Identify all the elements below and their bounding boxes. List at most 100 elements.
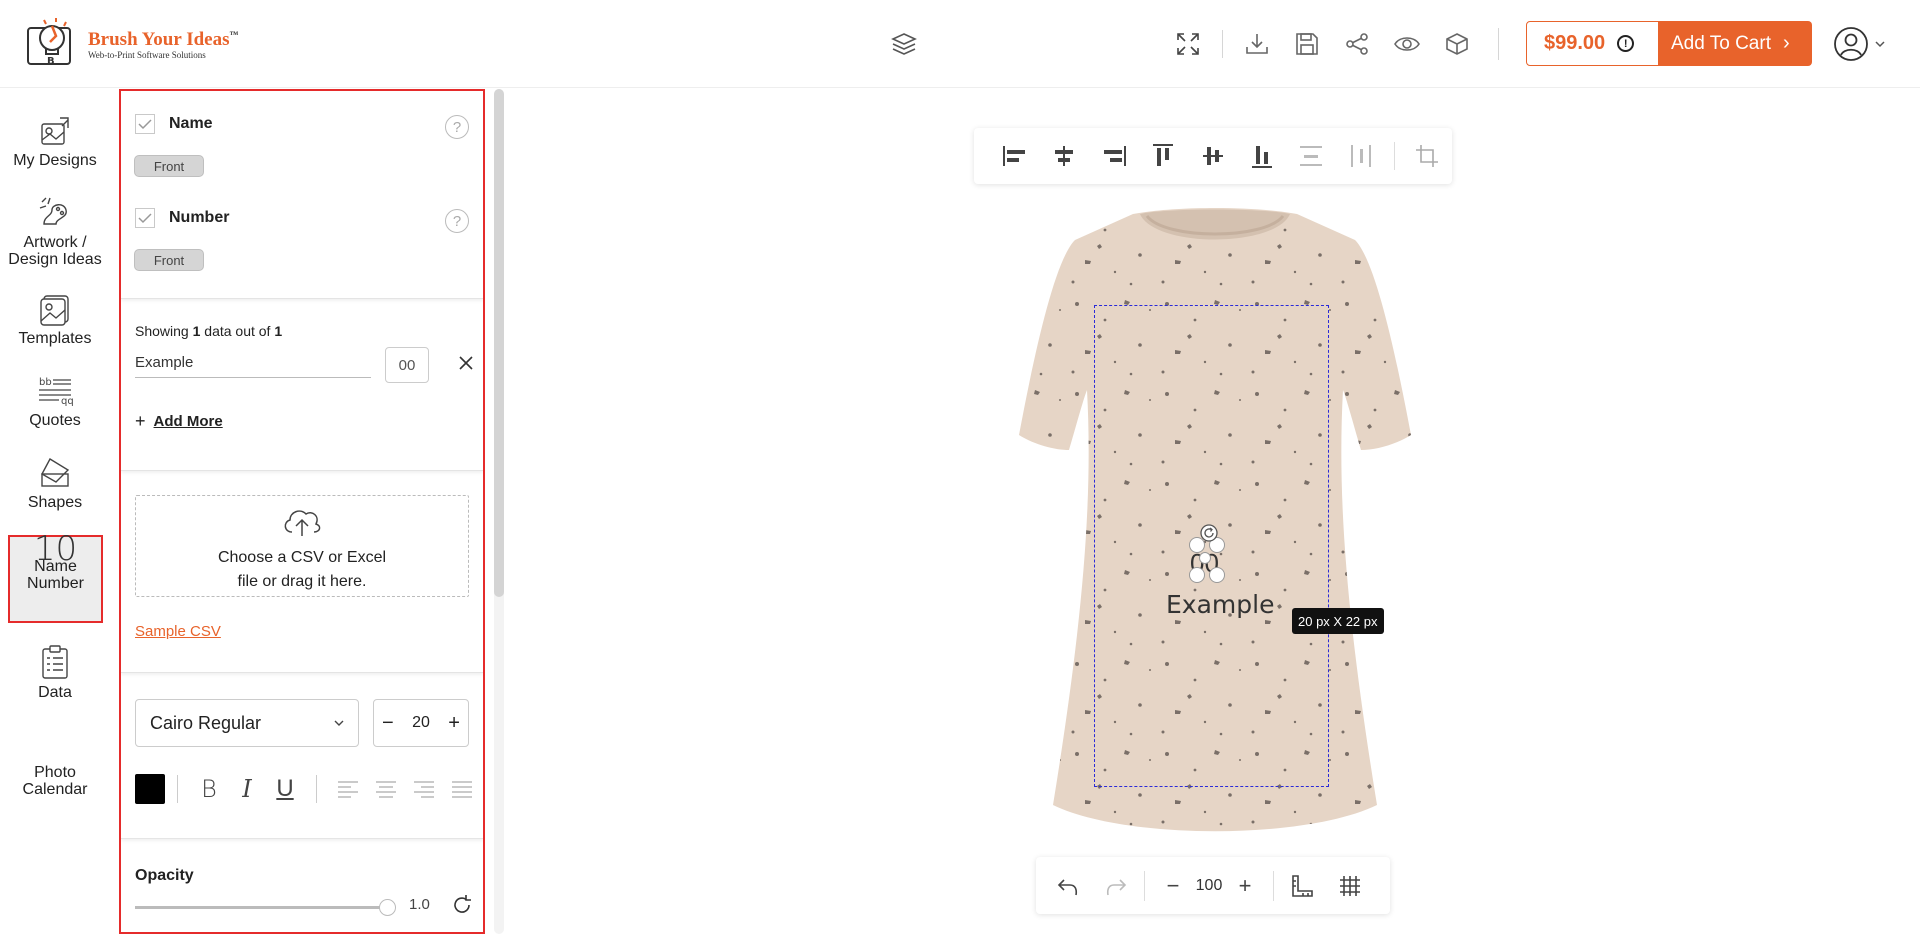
- plus-icon: +: [135, 411, 146, 431]
- number-value-input[interactable]: 00: [385, 347, 429, 383]
- data-rows-section: Showing 1 data out of 1 Example 00 + Add…: [121, 299, 483, 471]
- align-left-icon[interactable]: [329, 774, 367, 804]
- canvas-name-object[interactable]: Example: [1166, 590, 1274, 619]
- align-right-edge-icon[interactable]: [1089, 136, 1138, 176]
- zoom-in-button[interactable]: +: [1227, 868, 1263, 904]
- panel-scrollbar-thumb[interactable]: [494, 89, 504, 597]
- fields-section: Name ? Front Number ? Front: [121, 91, 483, 299]
- nav-photo-calendar[interactable]: Photo Calendar: [6, 764, 104, 798]
- move-handle[interactable]: [1199, 552, 1211, 564]
- align-top-edge-icon[interactable]: [1138, 136, 1187, 176]
- align-horizontal-center-icon[interactable]: [1039, 136, 1088, 176]
- bold-icon[interactable]: B: [190, 774, 228, 804]
- chevron-down-icon: [1875, 41, 1885, 48]
- number-help-icon[interactable]: ?: [445, 209, 469, 233]
- align-left-edge-icon[interactable]: [990, 136, 1039, 176]
- distribute-vertical-icon[interactable]: [1287, 136, 1336, 176]
- 3d-preview-icon[interactable]: [1441, 28, 1473, 60]
- opacity-slider-track[interactable]: [135, 906, 387, 909]
- toolbar-divider: [1273, 870, 1274, 901]
- name-checkbox[interactable]: [135, 114, 155, 134]
- user-menu[interactable]: [1833, 26, 1887, 62]
- align-right-icon[interactable]: [405, 774, 443, 804]
- fullscreen-icon[interactable]: [1172, 28, 1204, 60]
- name-toggle[interactable]: Name: [135, 114, 213, 134]
- share-icon[interactable]: [1341, 28, 1373, 60]
- checkmark-icon: [138, 119, 152, 130]
- name-help-icon[interactable]: ?: [445, 115, 469, 139]
- add-more-button[interactable]: + Add More: [135, 411, 223, 432]
- add-to-cart-button[interactable]: Add To Cart ›: [1658, 21, 1812, 66]
- sample-csv-link[interactable]: Sample CSV: [135, 623, 221, 640]
- font-select[interactable]: Cairo Regular: [135, 699, 359, 747]
- data-clipboard-icon: [6, 640, 104, 680]
- nav-quotes-label: Quotes: [29, 412, 81, 429]
- justify-icon[interactable]: [443, 774, 481, 804]
- nav-templates[interactable]: Templates: [6, 286, 104, 347]
- align-center-icon[interactable]: [367, 774, 405, 804]
- add-to-cart-label: Add To Cart: [1671, 32, 1771, 54]
- grid-icon[interactable]: [1332, 868, 1368, 904]
- nav-shapes-label: Shapes: [27, 494, 83, 511]
- chevron-down-icon: [334, 720, 344, 726]
- price-value: $99.00: [1544, 32, 1606, 54]
- price-info-icon[interactable]: !: [1617, 35, 1635, 52]
- decrease-size-button[interactable]: −: [382, 712, 394, 735]
- crop-icon[interactable]: [1403, 136, 1452, 176]
- align-bottom-edge-icon[interactable]: [1237, 136, 1286, 176]
- download-icon[interactable]: [1241, 28, 1273, 60]
- resize-handle[interactable]: [1189, 567, 1205, 583]
- number-toggle[interactable]: Number: [135, 208, 229, 228]
- number-label: Number: [169, 209, 230, 226]
- logo-subtitle: Web-to-Print Software Solutions: [88, 49, 206, 60]
- left-nav: My Designs Artwork / Design Ideas Templa…: [0, 88, 110, 942]
- distribute-horizontal-icon[interactable]: [1336, 136, 1385, 176]
- nav-artwork-label: Artwork / Design Ideas: [8, 234, 102, 268]
- chevron-right-icon: ›: [1782, 32, 1790, 54]
- nav-name-number-label: Name Number: [27, 558, 84, 592]
- upload-text-line2: file or drag it here.: [237, 573, 367, 590]
- number-checkbox[interactable]: [135, 208, 155, 228]
- format-toolbar: B I U: [135, 773, 481, 805]
- undo-icon[interactable]: [1050, 868, 1086, 904]
- name-number-icon: 10: [33, 529, 78, 569]
- align-vertical-center-icon[interactable]: [1188, 136, 1237, 176]
- redo-icon[interactable]: [1098, 868, 1134, 904]
- name-value-input[interactable]: Example: [135, 354, 371, 378]
- font-select-value: Cairo Regular: [150, 712, 262, 733]
- resize-handle[interactable]: [1209, 567, 1225, 583]
- nav-data[interactable]: Data: [6, 640, 104, 701]
- nav-my-designs-label: My Designs: [13, 152, 97, 169]
- italic-icon[interactable]: I: [228, 774, 266, 804]
- nav-shapes[interactable]: Shapes: [6, 450, 104, 511]
- nav-my-designs[interactable]: My Designs: [6, 108, 104, 169]
- header-toolbar: [1172, 28, 1473, 60]
- number-side-pill[interactable]: Front: [134, 249, 204, 271]
- artwork-brush-icon: [6, 190, 104, 230]
- layers-icon[interactable]: [890, 30, 918, 58]
- logo[interactable]: B Brush Your Ideas™ Web-to-Print Softwar…: [26, 16, 239, 72]
- reset-icon[interactable]: [451, 894, 473, 916]
- nav-quotes[interactable]: bb qq Quotes: [6, 368, 104, 429]
- size-tooltip: 20 px X 22 px: [1292, 608, 1384, 634]
- csv-dropzone[interactable]: Choose a CSV or Excel file or drag it he…: [135, 495, 469, 597]
- underline-icon[interactable]: U: [266, 774, 304, 804]
- nav-templates-label: Templates: [18, 330, 92, 347]
- preview-eye-icon[interactable]: [1391, 28, 1423, 60]
- toolbar-divider: [1144, 870, 1145, 901]
- delete-row-icon[interactable]: [455, 352, 477, 374]
- save-icon[interactable]: [1291, 28, 1323, 60]
- nav-artwork[interactable]: Artwork / Design Ideas: [6, 190, 104, 268]
- font-size-value[interactable]: 20: [412, 714, 430, 732]
- name-side-pill[interactable]: Front: [134, 155, 204, 177]
- increase-size-button[interactable]: +: [448, 712, 460, 735]
- rotate-icon[interactable]: [1200, 524, 1218, 542]
- header-divider: [1498, 28, 1499, 60]
- user-avatar-icon: [1834, 27, 1868, 61]
- nav-name-number[interactable]: 10 Name Number: [8, 529, 103, 623]
- text-color-swatch[interactable]: [135, 774, 165, 804]
- opacity-slider-thumb[interactable]: [379, 899, 396, 916]
- zoom-out-button[interactable]: −: [1155, 868, 1191, 904]
- nav-data-label: Data: [38, 684, 72, 701]
- ruler-icon[interactable]: [1284, 868, 1320, 904]
